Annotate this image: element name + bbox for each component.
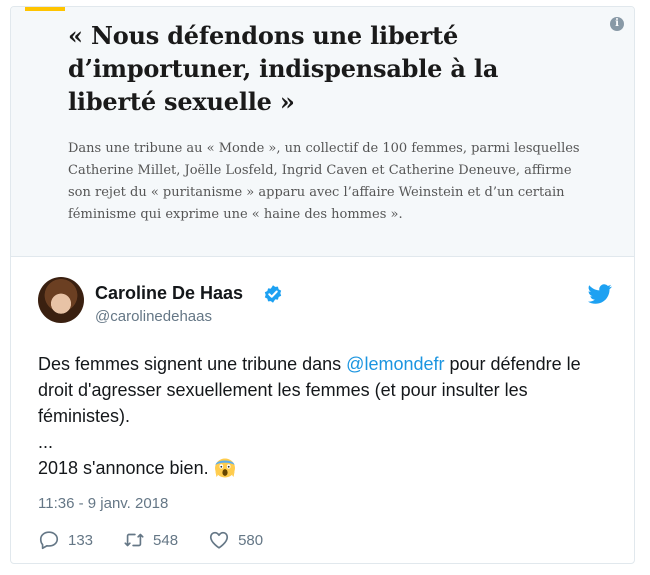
article-preview[interactable]: i « Nous défendons une liberté d’importu… [11,7,634,257]
article-accent-bar [25,7,65,11]
verified-badge-icon [264,285,282,303]
tweet-timestamp[interactable]: 11:36 - 9 janv. 2018 [38,495,168,512]
article-headline[interactable]: « Nous défendons une liberté d’importune… [68,19,588,118]
article-summary: Dans une tribune au « Monde », un collec… [68,141,580,222]
retweet-icon [124,533,144,547]
author-handle[interactable]: @carolinedehaas [95,308,212,325]
tweet-actions: 133 548 580 [38,528,293,552]
author-name[interactable]: Caroline De Haas [95,283,243,304]
mention-link[interactable]: @lemondefr [346,354,444,374]
retweet-count: 548 [153,531,179,549]
reply-icon [39,531,59,550]
tweet-closing-text: 2018 s'annonce bien. [38,458,209,478]
reply-action[interactable]: 133 [38,529,93,551]
tweet-ellipsis: ... [38,432,54,452]
like-action[interactable]: 580 [208,529,263,551]
tweet-closing-line: 2018 s'annonce bien. [38,455,613,481]
retweet-action[interactable]: 548 [123,529,178,551]
info-icon[interactable]: i [610,17,624,31]
tweet-paragraph: Des femmes signent une tribune dans @lem… [38,351,613,429]
twitter-bird-icon[interactable] [588,282,612,306]
face-screaming-emoji-icon [214,458,235,478]
reply-count: 133 [68,531,94,549]
tweet-text-before-mention: Des femmes signent une tribune dans [38,354,347,374]
embedded-tweet-card: i « Nous défendons une liberté d’importu… [10,6,635,564]
tweet-text: Des femmes signent une tribune dans @lem… [38,351,613,481]
avatar[interactable] [38,277,84,323]
like-count: 580 [238,531,264,549]
heart-icon [209,531,229,549]
